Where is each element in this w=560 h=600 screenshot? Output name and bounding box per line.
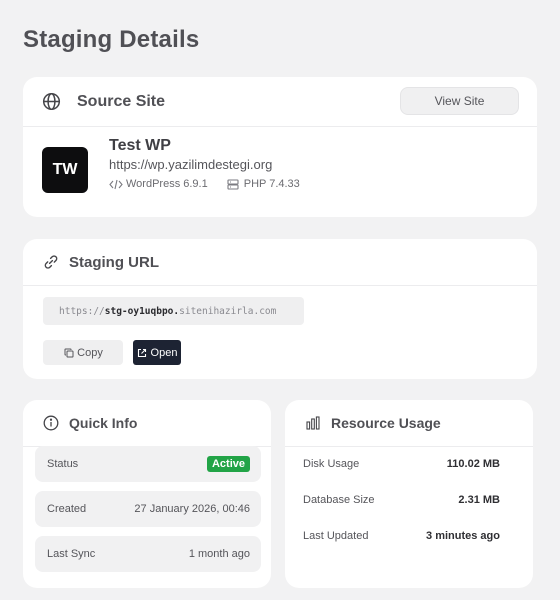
- quick-info-header: Quick Info: [23, 400, 271, 447]
- link-icon: [41, 252, 61, 272]
- staging-url-field[interactable]: https://stg-oy1uqbpo. sitenihazirla.com: [43, 297, 304, 325]
- source-site-card: Source Site View Site TW Test WP https:/…: [23, 77, 537, 217]
- source-site-title: Source Site: [77, 92, 166, 110]
- resource-usage-header: Resource Usage: [285, 400, 533, 447]
- url-domain: sitenihazirla.com: [179, 305, 277, 317]
- external-link-icon: [137, 347, 148, 358]
- globe-icon: [41, 92, 61, 112]
- info-row-status: Status Active: [35, 446, 261, 482]
- wordpress-version: WordPress 6.9.1: [109, 178, 208, 190]
- info-label: Last Sync: [47, 548, 96, 560]
- server-icon: [227, 178, 241, 190]
- open-button-label: Open: [150, 346, 178, 359]
- staging-url-header: Staging URL: [23, 239, 537, 286]
- info-value: 27 January 2026, 00:46: [134, 503, 250, 515]
- url-subdomain: stg-oy1uqbpo.: [104, 305, 180, 317]
- php-version-label: PHP 7.4.33: [243, 178, 300, 190]
- site-meta: WordPress 6.9.1 PHP 7.4.33: [109, 178, 300, 190]
- site-name: Test WP: [109, 137, 171, 154]
- code-icon: [109, 178, 123, 190]
- open-button[interactable]: Open: [133, 340, 181, 365]
- staging-url-card: Staging URL https://stg-oy1uqbpo. sitenih…: [23, 239, 537, 379]
- site-url: https://wp.yazilimdestegi.org: [109, 157, 273, 172]
- url-scheme: https://: [59, 305, 105, 317]
- site-logo: TW: [42, 147, 88, 193]
- info-row-last-sync: Last Sync 1 month ago: [35, 536, 261, 572]
- page-title: Staging Details: [23, 26, 200, 53]
- resource-usage-card: Resource Usage Disk Usage 110.02 MB Data…: [285, 400, 533, 588]
- resource-value: 110.02 MB: [446, 458, 500, 470]
- staging-url-title: Staging URL: [69, 253, 159, 271]
- resource-label: Database Size: [303, 494, 375, 506]
- quick-info-card: Quick Info Status Active Created 27 Janu…: [23, 400, 271, 588]
- status-badge: Active: [206, 456, 250, 472]
- resource-row-updated: Last Updated 3 minutes ago: [303, 530, 500, 542]
- copy-icon: [63, 347, 74, 358]
- resource-label: Last Updated: [303, 530, 369, 542]
- view-site-button[interactable]: View Site: [400, 87, 519, 115]
- wordpress-version-label: WordPress 6.9.1: [126, 178, 208, 190]
- copy-button[interactable]: Copy: [43, 340, 123, 365]
- info-icon: [41, 413, 61, 433]
- info-value: 1 month ago: [188, 548, 250, 560]
- resource-value: 2.31 MB: [458, 494, 500, 506]
- resource-row-disk: Disk Usage 110.02 MB: [303, 458, 500, 470]
- resource-usage-title: Resource Usage: [331, 415, 441, 431]
- resource-row-database: Database Size 2.31 MB: [303, 494, 500, 506]
- bar-chart-icon: [303, 413, 323, 433]
- copy-button-label: Copy: [77, 346, 103, 359]
- resource-value: 3 minutes ago: [426, 530, 500, 542]
- info-label: Status: [47, 458, 79, 470]
- php-version: PHP 7.4.33: [227, 178, 300, 190]
- info-label: Created: [47, 503, 87, 515]
- resource-label: Disk Usage: [303, 458, 360, 470]
- info-row-created: Created 27 January 2026, 00:46: [35, 491, 261, 527]
- quick-info-title: Quick Info: [69, 415, 138, 431]
